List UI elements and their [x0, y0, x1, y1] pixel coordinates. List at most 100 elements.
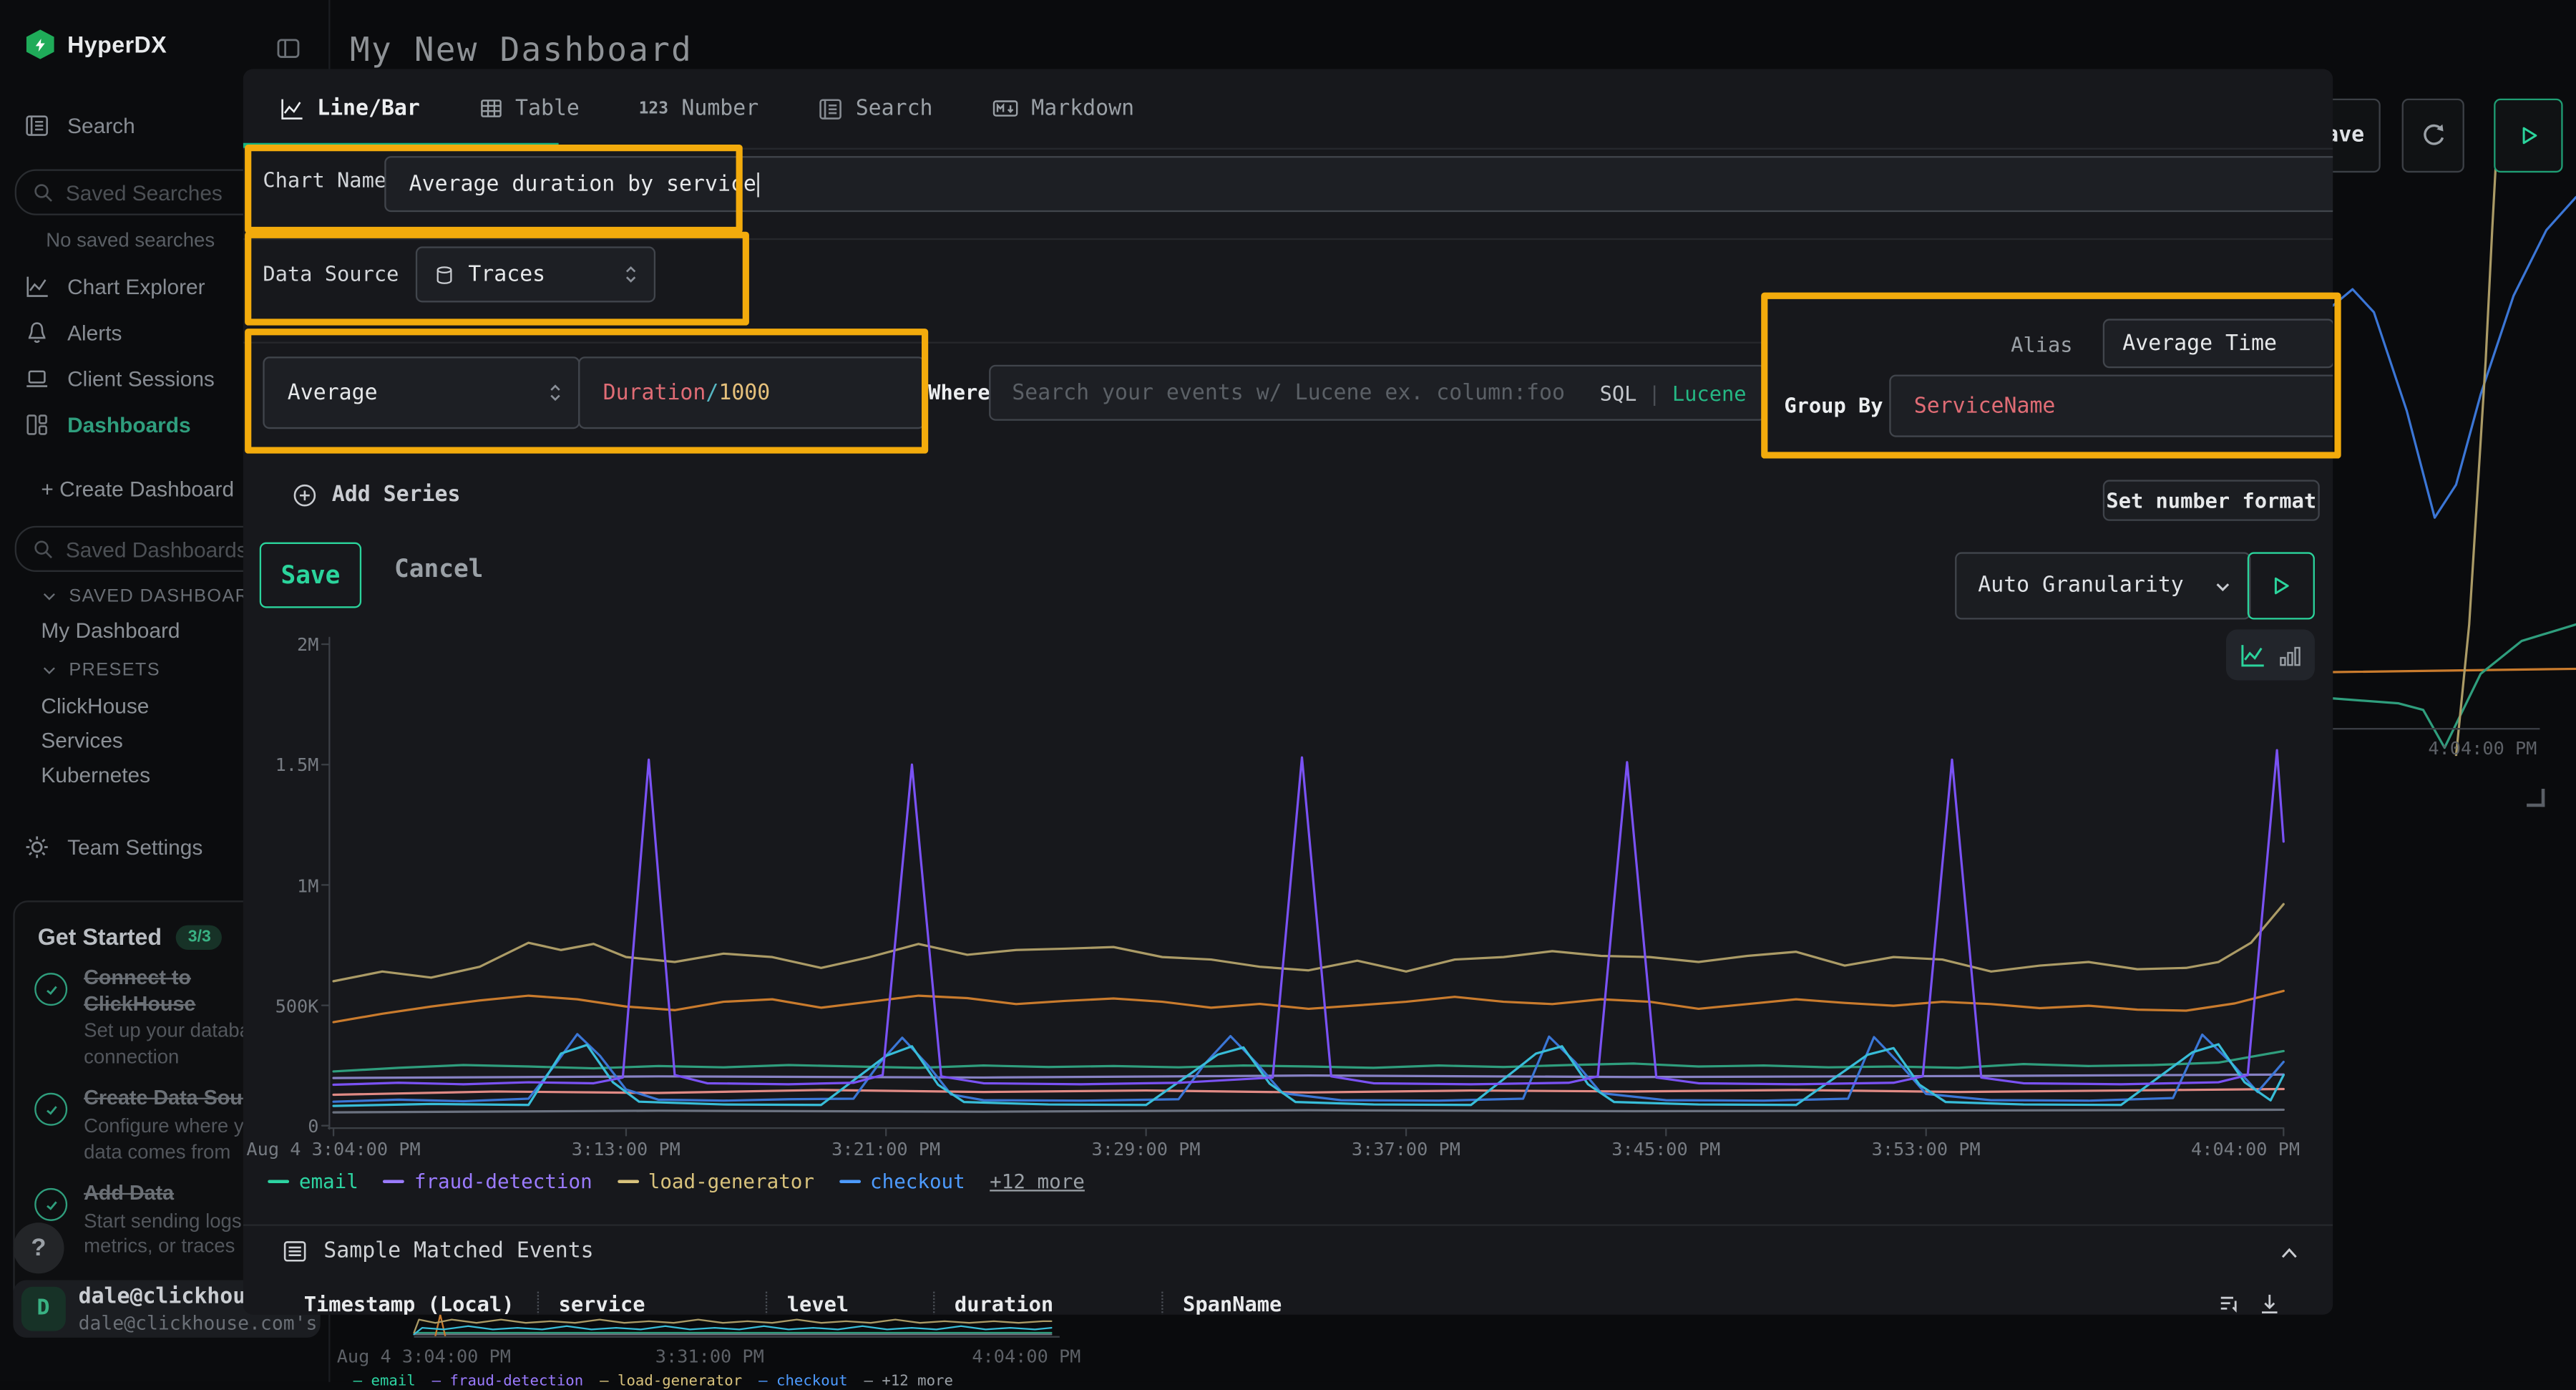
tab-table[interactable]: Table	[449, 69, 609, 147]
collapse-section-icon[interactable]	[2277, 1243, 2301, 1264]
aggregation-value: Average	[288, 381, 378, 405]
column-header-service[interactable]: service	[537, 1292, 766, 1315]
y-axis-tick-label: 0	[243, 1116, 319, 1137]
legend-item[interactable]: +12 more	[990, 1170, 1085, 1193]
saved-searches-input[interactable]: Saved Searches	[15, 169, 281, 215]
chart-name-input[interactable]: Average duration by service	[384, 156, 2333, 212]
aggregation-select[interactable]: Average	[263, 356, 580, 429]
column-header-spanname[interactable]: SpanName	[1161, 1292, 1523, 1315]
add-series-label: Add Series	[332, 483, 461, 507]
background-chart-right	[2333, 132, 2576, 756]
x-axis-tick-label: Aug 4 3:04:00 PM	[246, 1139, 420, 1160]
tab-search[interactable]: Search	[789, 69, 962, 147]
granularity-select[interactable]: Auto Granularity	[1955, 552, 2250, 619]
tab-label: Search	[856, 96, 933, 120]
tab-number[interactable]: 123Number	[609, 69, 788, 147]
legend-label: email	[299, 1170, 358, 1193]
plus-circle-icon	[293, 483, 317, 507]
dashboard-run-button[interactable]	[2494, 99, 2562, 172]
divider	[243, 1224, 2333, 1225]
legend-swatch	[839, 1180, 860, 1183]
create-dashboard-button[interactable]: + Create Dashboard	[41, 477, 234, 501]
legend-label: fraud-detection	[414, 1170, 592, 1193]
create-dashboard-label: Create Dashboard	[59, 477, 234, 501]
cancel-button[interactable]: Cancel	[394, 554, 483, 583]
help-button[interactable]: ?	[13, 1223, 64, 1273]
background-legend-item: — +12 more	[864, 1374, 953, 1390]
saved-dashboards-input[interactable]: Saved Dashboards	[15, 526, 281, 572]
tab-label: Number	[681, 96, 758, 120]
where-search-input[interactable]: Search your events w/ Lucene ex. column:…	[989, 365, 1766, 421]
background-chart-bottom-xticks: Aug 4 3:04:00 PM3:31:00 PM4:04:00 PM	[321, 1343, 1076, 1366]
play-icon	[2517, 125, 2539, 146]
alias-label: Alias	[2011, 332, 2072, 356]
set-number-format-button[interactable]: Set number format	[2103, 480, 2320, 520]
x-axis-tick-label: 4:04:00 PM	[2191, 1139, 2300, 1160]
background-legend-item: — fraud-detection	[432, 1374, 584, 1390]
where-placeholder: Search your events w/ Lucene ex. column:…	[1012, 381, 1565, 405]
download-icon[interactable]	[2258, 1292, 2282, 1315]
resize-handle-icon[interactable]	[2527, 789, 2545, 807]
column-header-duration[interactable]: duration	[933, 1292, 1161, 1315]
group-by-value: ServiceName	[1914, 394, 2056, 418]
background-chart-right-xtick: 4:04:00 PM	[2428, 738, 2537, 759]
x-axis-labels: Aug 4 3:04:00 PM3:13:00 PM3:21:00 PM3:29…	[328, 1139, 2283, 1162]
main-chart[interactable]	[328, 638, 2283, 1129]
brand[interactable]: HyperDX	[26, 29, 167, 59]
sample-events-header[interactable]: Sample Matched Events	[283, 1239, 594, 1263]
sql-mode-button[interactable]: SQL	[1600, 381, 1637, 405]
y-axis-tick-label: 1M	[243, 875, 319, 897]
background-xtick-label: Aug 4 3:04:00 PM	[337, 1346, 511, 1367]
save-button[interactable]: Save	[260, 543, 361, 608]
app-window: My New Dashboard Save 4:04:00 PM 0 Aug 4…	[0, 0, 2576, 1382]
collapse-sidebar-icon[interactable]	[276, 37, 301, 61]
legend-label: checkout	[870, 1170, 965, 1193]
legend-label: +12 more	[990, 1170, 1085, 1193]
y-axis-tick-label: 2M	[243, 634, 319, 656]
number-token: 1000	[718, 381, 770, 405]
column-header-level[interactable]: level	[766, 1292, 933, 1315]
events-header-row: Timestamp (Local)serviceleveldurationSpa…	[304, 1292, 1523, 1315]
save-label: Save	[280, 560, 340, 590]
tab-line-bar[interactable]: Line/Bar	[250, 69, 449, 147]
refresh-button[interactable]	[2402, 99, 2464, 172]
check-circle-icon	[34, 1094, 67, 1127]
group-by-label: Group By	[1784, 393, 1883, 417]
check-circle-icon	[34, 973, 67, 1006]
get-started-badge: 3/3	[177, 924, 223, 948]
background-xtick-label: 4:04:00 PM	[972, 1346, 1080, 1367]
page-title[interactable]: My New Dashboard	[350, 29, 693, 69]
tab-label: Line/Bar	[317, 96, 420, 120]
sidebar-item-my-dashboard[interactable]: My Dashboard	[13, 618, 180, 652]
select-chevrons-icon	[547, 381, 564, 404]
column-header-timestamp-local-[interactable]: Timestamp (Local)	[304, 1292, 537, 1315]
add-series-button[interactable]: Add Series	[293, 483, 461, 507]
lucene-mode-button[interactable]: Lucene	[1672, 381, 1747, 405]
chevron-down-icon	[41, 588, 57, 605]
search-icon	[33, 182, 54, 203]
sort-icon[interactable]	[2218, 1292, 2242, 1315]
run-chart-button[interactable]	[2248, 552, 2315, 619]
legend-swatch	[268, 1180, 289, 1183]
group-by-input[interactable]: ServiceName	[1889, 374, 2333, 437]
sidebar-item-label: Search	[67, 112, 135, 137]
team-settings-label: Team Settings	[67, 834, 203, 858]
field-expression-input[interactable]: Duration/1000	[578, 356, 924, 429]
legend-swatch	[383, 1180, 404, 1183]
presets-section-label: PRESETS	[69, 661, 160, 681]
no-saved-searches-text: No saved searches	[46, 228, 215, 251]
data-source-select[interactable]: Traces	[416, 246, 655, 302]
plus-icon: +	[41, 477, 59, 501]
help-label: ?	[31, 1234, 46, 1262]
sidebar-item-label: Dashboards	[67, 412, 191, 436]
background-chart-bottom	[321, 1313, 1060, 1337]
check-circle-icon	[34, 1189, 67, 1222]
background-chart-bottom-axis	[414, 1336, 1060, 1338]
tab-markdown[interactable]: Markdown	[962, 69, 1164, 147]
active-tab-underline	[243, 143, 559, 148]
list-icon	[283, 1239, 307, 1263]
divider	[243, 238, 2333, 240]
hyperdx-logo-icon	[26, 29, 54, 59]
background-legend-item: — load-generator	[600, 1374, 742, 1390]
alias-input[interactable]: Average Time	[2103, 319, 2333, 368]
